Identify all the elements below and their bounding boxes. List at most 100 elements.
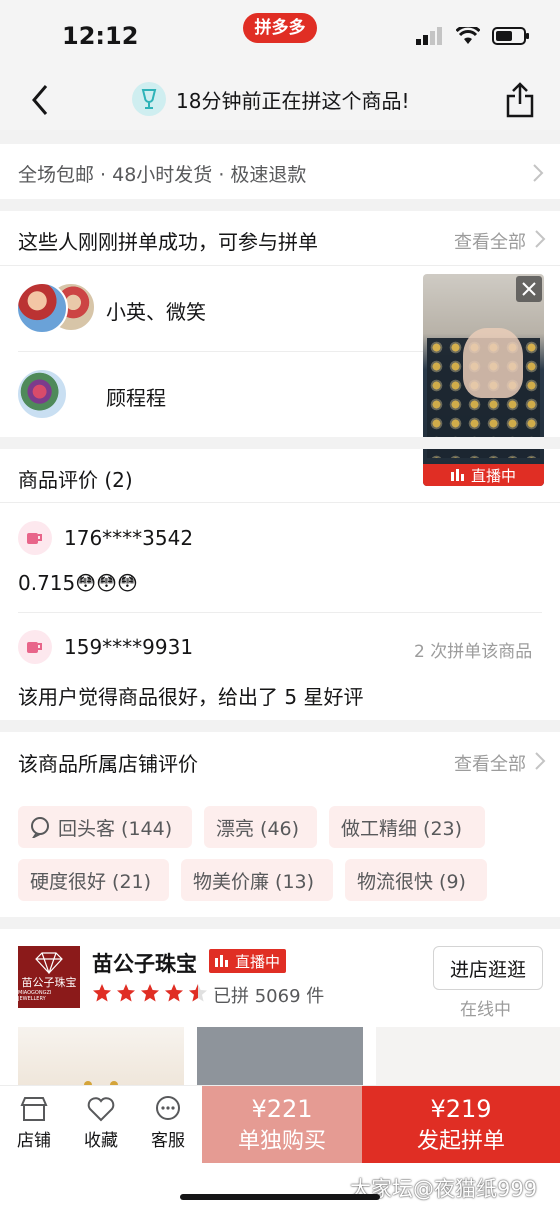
reviewer-avatar-icon [18, 521, 52, 555]
reviewer-name: 176****3542 [64, 526, 194, 550]
live-badge: 直播中 [423, 464, 544, 486]
tab-customer-service[interactable]: 客服 [138, 1096, 198, 1151]
chevron-right-icon[interactable] [534, 229, 546, 249]
status-bar: 12:12 拼多多 [0, 0, 560, 70]
chevron-right-icon[interactable] [532, 163, 544, 183]
buy-alone-button[interactable]: ¥221 单独购买 [202, 1086, 362, 1164]
recent-activity-notice: 18分钟前正在拼这个商品! [132, 82, 409, 116]
review-tag[interactable]: 做工精细 (23) [329, 806, 485, 848]
review-tag-label: 物流很快 (9) [357, 870, 466, 893]
group-user-names: 小英、微笑 [106, 300, 206, 324]
status-icons [416, 27, 530, 45]
buy-alone-label: 单独购买 [237, 1129, 326, 1154]
share-icon[interactable] [506, 82, 534, 118]
store-reviews-view-all[interactable]: 查看全部 [454, 750, 526, 776]
tab-store[interactable]: 店铺 [4, 1096, 64, 1151]
enter-store-button[interactable]: 进店逛逛 [433, 946, 543, 990]
notice-text: 18分钟前正在拼这个商品! [176, 88, 410, 113]
battery-icon [492, 27, 529, 45]
star-icon [117, 984, 135, 1002]
avatar [16, 282, 68, 334]
group-buy-label: 发起拼单 [416, 1129, 505, 1154]
store-name[interactable]: 苗公子珠宝 [92, 948, 197, 978]
cup-icon [27, 642, 42, 653]
store-sold-count: 已拼 5069 件 [213, 986, 325, 1007]
review-tag[interactable]: 回头客 (144) [18, 806, 192, 848]
back-arrow-icon[interactable] [26, 80, 56, 120]
line [18, 351, 423, 352]
store-logo[interactable]: 苗公子珠宝 MIAOGONGZI JEWELLERY [18, 946, 80, 1008]
line [18, 612, 542, 613]
line [0, 265, 560, 266]
tab-customer-service-label: 客服 [151, 1131, 185, 1151]
store-live-tag[interactable]: 直播中 [209, 949, 287, 973]
review-tag[interactable]: 物美价廉 (13) [181, 859, 333, 901]
store-icon [20, 1097, 48, 1121]
group-buy-view-all[interactable]: 查看全部 [454, 228, 526, 254]
divider [0, 130, 560, 144]
app-name-pill: 拼多多 [243, 13, 317, 43]
review-tag-label: 回头客 (144) [58, 817, 173, 840]
review-tag-label: 硬度很好 (21) [30, 870, 152, 893]
divider [0, 720, 560, 732]
review-repeat-count: 2 次拼单该商品 [414, 642, 533, 662]
product-thumbnail[interactable] [376, 1027, 560, 1087]
group-buy-price: ¥219 [430, 1095, 492, 1123]
reviewer-avatar-icon [18, 630, 52, 664]
avatar [16, 368, 68, 420]
reviewer-name: 159****9931 [64, 635, 194, 659]
review-tag[interactable]: 物流很快 (9) [345, 859, 487, 901]
cup-icon [27, 533, 42, 544]
divider [0, 437, 560, 449]
store-rating [92, 983, 208, 1003]
chat-icon [156, 1096, 180, 1120]
live-preview-hand [463, 328, 523, 398]
divider [0, 199, 560, 211]
review-tag-label: 物美价廉 (13) [193, 870, 315, 893]
review-tag-label: 做工精细 (23) [341, 817, 463, 840]
live-bars-icon [450, 469, 464, 481]
live-stream-preview[interactable]: 直播中 [423, 274, 544, 486]
close-icon[interactable] [516, 276, 542, 302]
home-area: 大家坛@夜猫纸999 [0, 1163, 560, 1212]
goblet-icon [132, 82, 166, 116]
group-buy-title: 这些人刚刚拼单成功，可参与拼单 [18, 230, 318, 254]
store-logo-name: 苗公子珠宝 [21, 976, 77, 989]
tab-favorite[interactable]: 收藏 [71, 1096, 131, 1151]
live-badge-label: 直播中 [470, 466, 516, 485]
review-tag[interactable]: 漂亮 (46) [204, 806, 317, 848]
store-reviews-title: 该商品所属店铺评价 [18, 752, 198, 776]
star-half-icon [189, 984, 207, 1002]
reviews-title[interactable]: 商品评价 (2) [18, 464, 133, 493]
buy-alone-price: ¥221 [251, 1095, 313, 1123]
review-tag-label: 漂亮 (46) [216, 817, 300, 840]
heart-icon [87, 1097, 115, 1122]
group-user-names: 顾程程 [106, 386, 166, 410]
bottom-action-bar: 店铺 收藏 客服 ¥221 单独购买 ¥219 发起拼单 [0, 1085, 560, 1164]
status-time: 12:12 [62, 22, 139, 50]
service-guarantees[interactable]: 全场包邮 · 48小时发货 · 极速退款 [18, 160, 306, 187]
star-icon [165, 984, 183, 1002]
star-icon [93, 984, 111, 1002]
store-online-status: 在线中 [460, 1000, 511, 1020]
review-tag[interactable]: 硬度很好 (21) [18, 859, 169, 901]
star-icon [141, 984, 159, 1002]
chat-bubble-icon [31, 817, 49, 838]
home-indicator[interactable] [180, 1194, 380, 1200]
wifi-icon [456, 27, 480, 44]
chevron-right-icon[interactable] [534, 751, 546, 771]
review-text: 0.715😳😳😳 [18, 571, 138, 595]
start-group-buy-button[interactable]: ¥219 发起拼单 [362, 1086, 560, 1164]
divider [0, 917, 560, 929]
store-live-label: 直播中 [235, 952, 281, 971]
product-thumbnail[interactable] [197, 1027, 363, 1087]
review-text: 该用户觉得商品很好，给出了 5 星好评 [18, 685, 364, 709]
diamond-icon [35, 952, 63, 974]
product-thumbnail[interactable] [18, 1027, 184, 1089]
tab-store-label: 店铺 [17, 1131, 51, 1151]
tab-favorite-label: 收藏 [84, 1131, 118, 1151]
line [0, 502, 560, 503]
store-logo-sub: MIAOGONGZI JEWELLERY [18, 990, 52, 1002]
live-bars-icon [215, 955, 228, 967]
cellular-signal-icon [416, 27, 442, 45]
